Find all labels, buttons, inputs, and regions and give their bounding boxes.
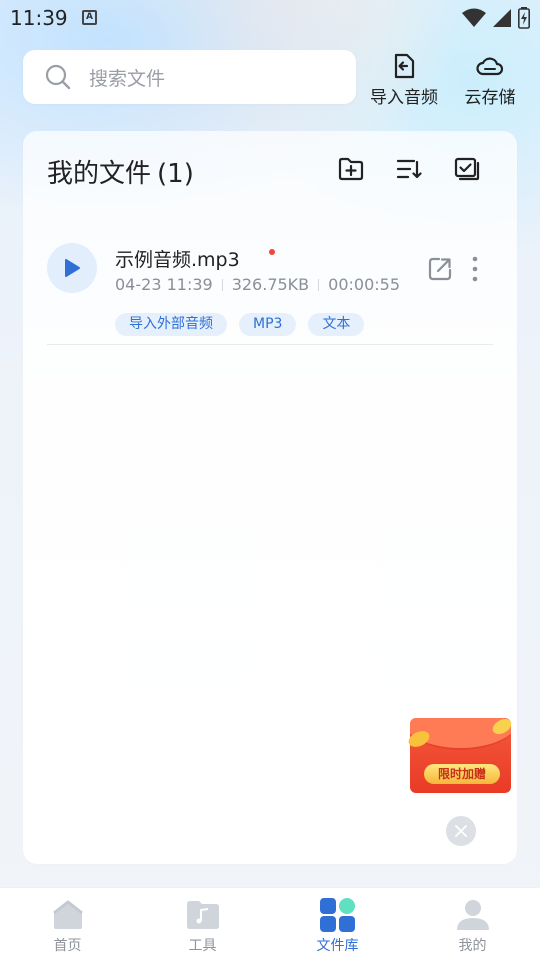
notification-icon: A bbox=[82, 10, 97, 25]
search-icon bbox=[45, 64, 71, 90]
file-count: (1) bbox=[157, 159, 194, 189]
search-placeholder: 搜索文件 bbox=[89, 67, 166, 90]
nav-home-label: 首页 bbox=[53, 938, 82, 954]
file-name: 示例音频.mp3 bbox=[115, 249, 240, 271]
multi-select-icon bbox=[454, 157, 480, 181]
nav-home[interactable]: 首页 bbox=[0, 888, 135, 960]
play-icon bbox=[65, 259, 80, 277]
card-title: 我的文件 (1) bbox=[47, 153, 194, 190]
file-date: 04-23 11:39 bbox=[115, 275, 213, 294]
sort-button[interactable] bbox=[395, 155, 423, 183]
tools-folder-icon bbox=[186, 901, 219, 929]
cloud-storage-button[interactable]: 云存储 bbox=[450, 52, 530, 108]
nav-file-library-label: 文件库 bbox=[316, 938, 359, 954]
status-icons bbox=[462, 7, 530, 29]
signal-icon bbox=[493, 9, 511, 27]
card-tools bbox=[337, 155, 481, 183]
nav-tools[interactable]: 工具 bbox=[135, 888, 270, 960]
new-badge-dot bbox=[269, 249, 275, 255]
cloud-icon bbox=[476, 57, 504, 76]
file-size: 326.75KB bbox=[231, 275, 310, 294]
meta-divider bbox=[318, 278, 320, 291]
more-button[interactable] bbox=[465, 253, 485, 285]
nav-file-library[interactable]: 文件库 bbox=[270, 888, 405, 960]
file-meta: 04-23 11:39 326.75KB 00:00:55 bbox=[115, 275, 400, 294]
file-duration: 00:00:55 bbox=[328, 275, 400, 294]
import-audio-button[interactable]: 导入音频 bbox=[364, 52, 444, 108]
file-library-icon bbox=[319, 898, 355, 932]
multi-select-button[interactable] bbox=[453, 155, 481, 183]
meta-divider bbox=[221, 278, 223, 291]
wifi-icon bbox=[462, 8, 486, 27]
status-bar: 11:39 A bbox=[0, 0, 540, 36]
cloud-storage-label: 云存储 bbox=[464, 88, 516, 108]
search-input[interactable]: 搜索文件 bbox=[23, 50, 356, 104]
import-file-icon bbox=[394, 53, 415, 79]
tag-text: 文本 bbox=[308, 313, 365, 336]
sort-icon bbox=[396, 159, 422, 179]
status-time: 11:39 bbox=[10, 6, 68, 30]
tag-format: MP3 bbox=[239, 313, 297, 336]
promo-label: 限时加赠 bbox=[424, 764, 500, 784]
share-button[interactable] bbox=[426, 255, 454, 283]
card-title-text: 我的文件 bbox=[47, 159, 152, 189]
promo-close-button[interactable] bbox=[446, 816, 476, 846]
new-folder-icon bbox=[338, 157, 364, 181]
nav-tools-label: 工具 bbox=[188, 938, 217, 954]
bottom-nav: 首页 工具 文件库 我的 bbox=[0, 887, 540, 960]
nav-profile-label: 我的 bbox=[458, 938, 487, 954]
tag-source: 导入外部音频 bbox=[115, 313, 227, 336]
file-list-item[interactable]: 示例音频.mp3 04-23 11:39 326.75KB 00:00:55 导… bbox=[47, 239, 493, 345]
import-audio-label: 导入音频 bbox=[370, 88, 438, 108]
home-icon bbox=[52, 900, 83, 929]
share-icon bbox=[428, 257, 452, 281]
close-icon bbox=[455, 825, 467, 837]
file-tags: 导入外部音频 MP3 文本 bbox=[115, 313, 365, 336]
battery-icon bbox=[518, 7, 530, 29]
nav-profile[interactable]: 我的 bbox=[405, 888, 540, 960]
promo-red-envelope[interactable]: 限时加赠 bbox=[406, 715, 514, 793]
play-button[interactable] bbox=[47, 243, 97, 293]
new-folder-button[interactable] bbox=[337, 155, 365, 183]
more-vertical-icon bbox=[472, 256, 478, 282]
profile-icon bbox=[456, 900, 489, 930]
